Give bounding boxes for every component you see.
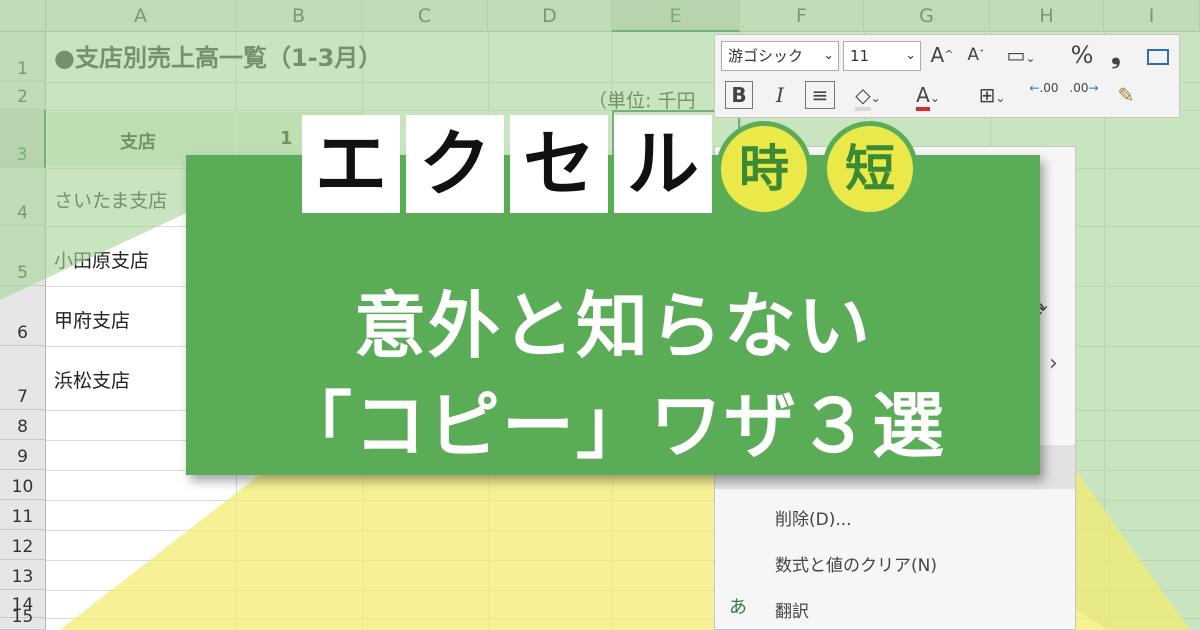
align-center-button[interactable]: ≡ [805,81,835,109]
row-header[interactable]: 5 [0,226,46,286]
banner-line-2: 「コピー」ワザ３選 [279,384,946,468]
title-banner: エ ク セ ル 時 短 意外と知らない 「コピー」ワザ３選 [186,115,1040,475]
align-center-icon: ≡ [811,83,829,107]
katakana-box: エ [302,115,400,213]
format-painter-button[interactable]: ✎ [1111,81,1141,109]
font-size-select[interactable]: 11 ⌄ [843,41,921,71]
row-header[interactable]: 1 [0,32,46,82]
column-header[interactable]: F [740,0,864,32]
row-header[interactable]: 12 [0,530,46,560]
kanji-circle: 時 [716,121,812,217]
fill-color-button[interactable]: ◇⌄ [845,81,891,112]
branch-cell[interactable]: 甲府支店 [54,306,130,333]
katakana-box: ク [406,115,504,213]
paintbrush-icon: ✎ [1117,83,1135,107]
decrease-decimal-label: .00 [1069,81,1089,95]
branch-cell[interactable]: さいたま支店 [54,186,167,213]
chevron-down-icon: ⌄ [1025,51,1036,65]
mini-toolbar: 游ゴシック ⌄ 11 ⌄ A^ Aˇ ▭⌄ % ❟ B I ≡ ◇⌄ A⌄ ⊞⌄… [714,34,1180,118]
arrow-right-icon: → [1088,81,1099,95]
katakana-box: セ [510,115,608,213]
column-header[interactable]: C [362,0,488,32]
column-header[interactable]: D [488,0,612,32]
currency-format-icon: ▭ [1006,43,1026,67]
translate-icon: あ [729,597,747,618]
unit-label: （単位: 千円 [588,90,696,112]
merge-cells-icon [1147,48,1169,65]
number-format-button[interactable]: ▭⌄ [999,41,1043,72]
column-header[interactable]: E [612,0,740,32]
borders-icon: ⊞ [978,83,996,107]
row-header[interactable]: 2 [0,82,46,110]
banner-line-1: 意外と知らない [353,284,872,368]
bold-button[interactable]: B [725,81,753,109]
context-menu-item-clear-contents[interactable]: 数式と値のクリア(N) [775,551,937,576]
header-partial-label: 1 [280,128,293,149]
increase-decimal-label: .00 [1039,81,1059,95]
borders-button[interactable]: ⊞⌄ [969,81,1015,112]
merge-center-button[interactable] [1141,41,1175,69]
column-header[interactable]: A [46,0,236,32]
select-all-corner[interactable] [0,0,46,32]
row-header[interactable]: 4 [0,168,46,226]
decrease-decimal-button[interactable]: .00→ [1067,81,1101,95]
column-header[interactable]: G [864,0,990,32]
branch-cell[interactable]: 浜松支店 [54,366,130,393]
font-size-value: 11 [850,47,870,65]
katakana-box: ル [614,115,712,213]
row-header[interactable]: 15 [0,607,46,630]
font-color-button[interactable]: A⌄ [905,81,951,112]
column-header[interactable]: H [990,0,1104,32]
context-menu-item-delete[interactable]: 削除(D)... [775,505,852,530]
grid-column-line [1104,32,1105,630]
branch-cell[interactable]: 小田原支店 [54,246,149,273]
font-name-select[interactable]: 游ゴシック ⌄ [721,41,839,71]
chevron-down-icon: ⌄ [905,48,916,63]
row-header[interactable]: 8 [0,410,46,440]
grow-font-button[interactable]: A^ [927,41,957,69]
row-header[interactable]: 10 [0,470,46,500]
increase-decimal-button[interactable]: ←.00 [1027,81,1061,95]
chevron-down-icon: ⌄ [823,48,834,63]
context-menu-item-translate[interactable]: 翻訳 [775,597,809,622]
row-header[interactable]: 11 [0,500,46,530]
grow-font-label: A [930,43,945,67]
kanji-circle: 短 [822,121,918,217]
header-branch-label: 支店 [120,132,156,153]
shrink-font-button[interactable]: Aˇ [961,41,991,69]
row-header[interactable]: 6 [0,286,46,346]
percent-button[interactable]: % [1067,41,1097,69]
italic-button[interactable]: I [767,81,793,109]
paint-bucket-icon: ◇ [855,83,871,111]
row-header[interactable]: 7 [0,346,46,410]
row-header[interactable]: 9 [0,440,46,470]
comma-style-button[interactable]: ❟ [1101,41,1131,69]
row-header[interactable]: 13 [0,560,46,590]
chevron-down-icon: ⌄ [929,91,940,105]
column-header[interactable]: B [236,0,362,32]
font-color-icon: A [916,83,930,111]
chevron-down-icon: ⌄ [870,91,881,105]
shrink-font-label: A [967,45,980,65]
sheet-title: ●支店別売上高一覧（1-3月） [54,44,383,72]
caret-up-icon: ^ [944,48,954,61]
arrow-left-icon: ← [1029,81,1040,95]
chevron-down-icon: ⌄ [995,91,1006,105]
caret-down-icon: ˇ [979,48,985,61]
column-header[interactable]: I [1104,0,1200,32]
submenu-arrow-icon[interactable]: › [1049,351,1058,376]
row-header[interactable]: 3 [0,110,46,168]
font-name-value: 游ゴシック [728,47,804,65]
